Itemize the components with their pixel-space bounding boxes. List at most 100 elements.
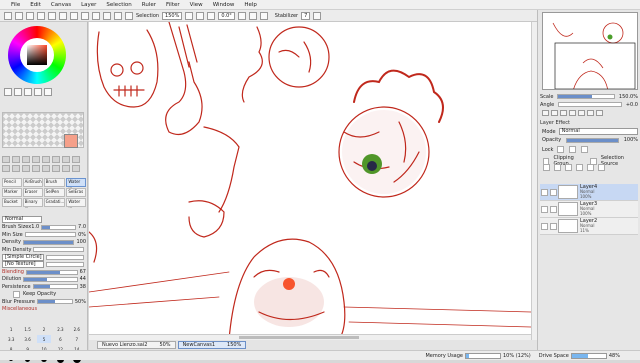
blending-slider[interactable] — [25, 269, 78, 275]
zoom-in-icon[interactable] — [542, 110, 549, 116]
text-icon[interactable] — [72, 156, 80, 163]
menu-selection[interactable]: Selection — [101, 2, 136, 8]
layer-row-layer3[interactable]: Layer3 Normal 100% — [540, 201, 638, 218]
brush-pencil[interactable]: Pencil — [2, 178, 22, 187]
zoom-input[interactable]: 150% — [162, 11, 183, 20]
brush-size-preset[interactable]: 1 — [4, 325, 18, 333]
magic-wand-icon[interactable] — [22, 156, 30, 163]
keep-opacity-checkbox[interactable] — [13, 290, 20, 298]
layer-mode-select[interactable]: Normal — [558, 128, 638, 135]
brush-size-preset[interactable]: 6 — [53, 335, 67, 343]
rotate-reset-icon[interactable] — [248, 11, 257, 20]
brush-texture-select[interactable]: [No Texture] — [2, 261, 44, 269]
rotation-input[interactable]: 0.0° — [218, 11, 235, 20]
selection-toggle[interactable] — [125, 11, 133, 20]
eyedropper-icon[interactable] — [22, 165, 30, 172]
foreground-color-swatch[interactable] — [64, 134, 78, 148]
layer-row-layer2[interactable]: Layer2 Normal 11% — [540, 218, 638, 235]
brush-brush[interactable]: Brush — [43, 178, 66, 187]
angle-slider[interactable] — [558, 102, 622, 107]
blur-pressure-slider[interactable] — [36, 299, 73, 305]
rotate-left-icon[interactable] — [569, 110, 576, 116]
drawing-canvas[interactable] — [89, 22, 531, 340]
layer-lock-icon[interactable] — [550, 205, 557, 213]
layer-visibility-icon[interactable] — [541, 222, 548, 230]
brush-marker[interactable]: Marker — [2, 188, 22, 197]
move-icon[interactable] — [32, 156, 40, 163]
brush-selpen[interactable]: SelPen — [43, 188, 66, 197]
deselect-icon[interactable] — [15, 11, 23, 20]
min-size-slider[interactable] — [24, 232, 77, 238]
menu-view[interactable]: View — [185, 2, 208, 8]
tab-newcanvas1[interactable]: NewCanvas1 150% — [177, 341, 247, 349]
zoom-plus-icon[interactable] — [196, 11, 205, 20]
pressure-icon[interactable] — [313, 11, 322, 20]
new-folder-icon[interactable] — [554, 164, 561, 171]
menu-edit[interactable]: Edit — [25, 2, 46, 8]
layer-row-layer4[interactable]: Layer4 Normal 100% — [540, 184, 638, 201]
menu-ruler[interactable]: Ruler — [137, 2, 161, 8]
menu-help[interactable]: Help — [239, 2, 262, 8]
rotate-tool-icon[interactable] — [52, 156, 60, 163]
zoom-minus-icon[interactable] — [185, 11, 194, 20]
brush-gradation[interactable]: Gradati... — [43, 198, 66, 207]
rotate-icon[interactable] — [81, 11, 89, 20]
flip-horizontal-icon[interactable] — [259, 11, 268, 20]
lasso-icon[interactable] — [12, 156, 20, 163]
grid-icon[interactable] — [114, 11, 122, 20]
brush-size-slider[interactable] — [41, 224, 77, 230]
flip-icon[interactable] — [596, 110, 603, 116]
layer-effect-header[interactable]: Layer Effect — [540, 120, 570, 126]
clear-layer-icon[interactable] — [587, 164, 594, 171]
select-all-icon[interactable] — [4, 11, 12, 20]
zoom-out-icon[interactable] — [551, 110, 558, 116]
brush-size-preset[interactable]: 2 — [37, 325, 51, 333]
lock-move-icon[interactable] — [581, 146, 589, 153]
blending-section-label[interactable]: Blending — [2, 269, 24, 275]
mixer-mode-icon[interactable] — [34, 88, 42, 96]
rotate-left-icon[interactable] — [207, 11, 216, 20]
tab-nuevo-lienzo[interactable]: Nuevo Lienzo.sai2 50% — [97, 341, 176, 349]
zoom-reset-icon[interactable] — [70, 11, 78, 20]
brush-shape-slider[interactable] — [46, 254, 84, 260]
layer-lock-icon[interactable] — [550, 188, 557, 196]
swatches-mode-icon[interactable] — [44, 88, 52, 96]
copy-layer-icon[interactable] — [565, 164, 572, 171]
reset-rotation-icon[interactable] — [587, 110, 594, 116]
hsv-slider-mode-icon[interactable] — [24, 88, 32, 96]
menu-file[interactable]: File — [6, 2, 25, 8]
lock-alpha-icon[interactable] — [569, 146, 577, 153]
zoom-out-icon[interactable] — [59, 11, 67, 20]
rgb-slider-mode-icon[interactable] — [14, 88, 22, 96]
density-slider[interactable] — [23, 239, 75, 245]
brush-size-preset[interactable]: 2.6 — [70, 325, 84, 333]
brush-size-preset-selected[interactable]: 5 — [36, 335, 52, 343]
brush-water-2[interactable]: Water ... — [66, 198, 86, 209]
brush-bucket[interactable]: Bucket — [2, 198, 22, 207]
menu-layer[interactable]: Layer — [76, 2, 101, 8]
dilution-slider[interactable] — [23, 276, 78, 282]
fit-view-icon[interactable] — [560, 110, 567, 116]
brush-shape-select[interactable]: [Simple Circle] — [2, 253, 44, 261]
brush-size-preset[interactable]: 2.3 — [53, 325, 67, 333]
pen-icon[interactable] — [103, 11, 111, 20]
menu-canvas[interactable]: Canvas — [46, 2, 76, 8]
hide-selection-icon[interactable] — [37, 11, 45, 20]
brush-watercolor[interactable]: Water ... — [66, 178, 86, 189]
saturation-value-square[interactable] — [27, 45, 47, 65]
rotate-right-icon[interactable] — [237, 11, 246, 20]
brush-eraser[interactable]: Eraser — [22, 188, 43, 197]
color-wheel[interactable] — [8, 26, 66, 84]
miscellaneous-section-label[interactable]: Miscellaneous — [2, 306, 37, 312]
perspective-icon[interactable] — [52, 165, 60, 172]
menu-window[interactable]: Window — [208, 2, 240, 8]
brush-size-preset[interactable]: 7 — [70, 335, 84, 343]
transform-icon[interactable] — [2, 165, 10, 172]
brush-airbrush[interactable]: AirBrush — [22, 178, 43, 187]
stabilizer-select[interactable]: 7 — [301, 11, 311, 20]
delete-layer-icon[interactable] — [598, 164, 605, 171]
menu-filter[interactable]: Filter — [161, 2, 185, 8]
ruler-icon[interactable] — [32, 165, 40, 172]
brush-binary[interactable]: Binary ... — [22, 198, 43, 209]
brush-size-preset[interactable]: 3.3 — [4, 335, 18, 343]
